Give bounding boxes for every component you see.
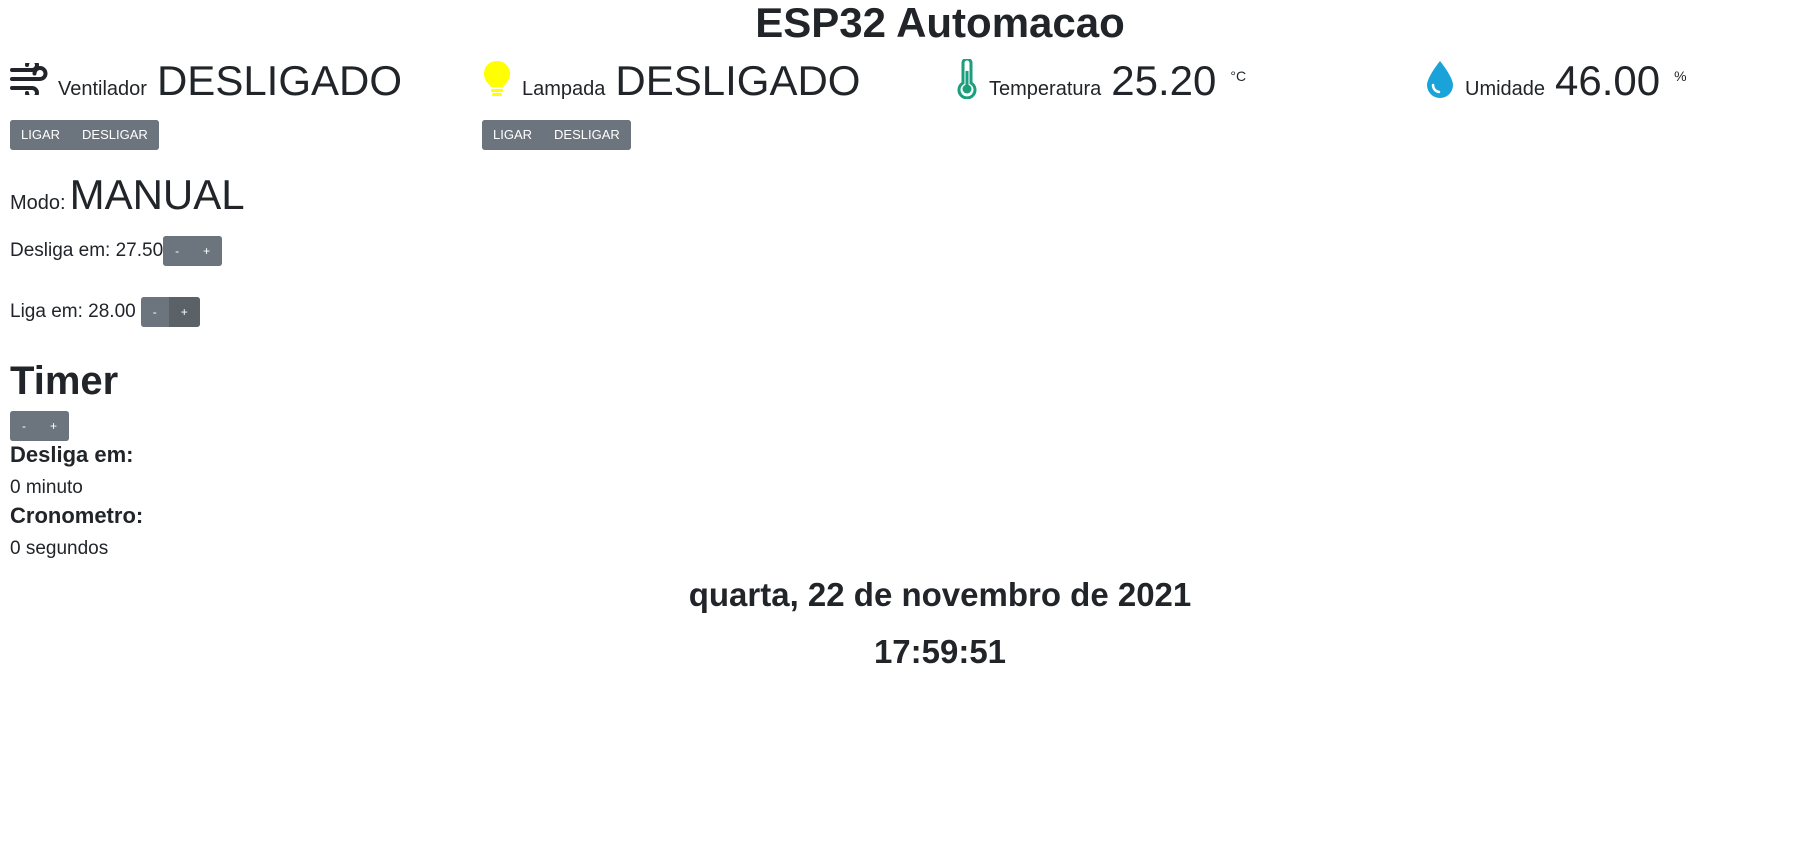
stopwatch-label: Cronometro:: [10, 503, 144, 528]
temperature-status: Temperatura 25.20 °C: [955, 57, 1247, 104]
on-threshold-stepper: - +: [140, 297, 200, 327]
fan-status: Ventilador DESLIGADO: [10, 58, 402, 104]
lamp-value: DESLIGADO: [615, 57, 861, 104]
mode-value: MANUAL: [69, 171, 245, 218]
current-date: quarta, 22 de novembro de 2021: [688, 576, 1192, 613]
humidity-value: 46.00: [1555, 57, 1661, 104]
timer-stepper: - +: [10, 411, 70, 441]
droplet-icon: [1425, 59, 1455, 104]
lamp-status: Lampada DESLIGADO: [482, 58, 860, 104]
off-threshold-decrease-button[interactable]: -: [163, 236, 192, 266]
wind-icon: [10, 57, 48, 100]
page: ESP32 Automacao Ventilador DESLIGADO Lam…: [0, 0, 1818, 842]
temperature-unit: °C: [1230, 68, 1247, 84]
temperature-label: Temperatura: [989, 78, 1102, 100]
timer-off-label: Desliga em:: [10, 442, 134, 467]
fan-value: DESLIGADO: [156, 57, 403, 104]
mode-display: Modo: MANUAL: [10, 172, 245, 218]
fan-label: Ventilador: [58, 78, 147, 100]
page-title: ESP32 Automacao: [755, 0, 1125, 46]
off-threshold-label: Desliga em: 27.50: [10, 240, 164, 261]
lamp-off-button[interactable]: DESLIGAR: [543, 120, 631, 150]
on-threshold-label: Liga em: 28.00: [10, 301, 136, 322]
timer-off-value: 0 minuto: [10, 477, 83, 498]
humidity-unit: %: [1674, 68, 1687, 84]
stopwatch-value: 0 segundos: [10, 538, 109, 559]
lamp-on-button[interactable]: LIGAR: [482, 120, 544, 150]
mode-label: Modo:: [10, 192, 66, 214]
lamp-label: Lampada: [522, 78, 606, 100]
current-time: 17:59:51: [873, 633, 1007, 670]
humidity-label: Umidade: [1465, 78, 1546, 100]
lamp-button-group: LIGAR DESLIGAR: [482, 120, 631, 150]
fan-on-button[interactable]: LIGAR: [10, 120, 72, 150]
lightbulb-icon: [482, 59, 512, 104]
on-threshold-decrease-button[interactable]: -: [140, 297, 169, 327]
humidity-status: Umidade 46.00 %: [1425, 58, 1687, 104]
off-threshold-stepper: - +: [163, 236, 223, 266]
on-threshold-increase-button[interactable]: +: [168, 297, 200, 327]
temperature-value: 25.20: [1111, 57, 1217, 104]
off-threshold-increase-button[interactable]: +: [191, 236, 223, 266]
fan-button-group: LIGAR DESLIGAR: [10, 120, 159, 150]
timer-increase-button[interactable]: +: [38, 411, 70, 441]
timer-title: Timer: [10, 359, 119, 403]
fan-off-button[interactable]: DESLIGAR: [71, 120, 159, 150]
thermometer-icon: [955, 57, 979, 104]
off-threshold-row: Desliga em: 27.50 - +: [10, 236, 223, 266]
on-threshold-row: Liga em: 28.00 - +: [10, 297, 200, 327]
timer-decrease-button[interactable]: -: [10, 411, 38, 441]
